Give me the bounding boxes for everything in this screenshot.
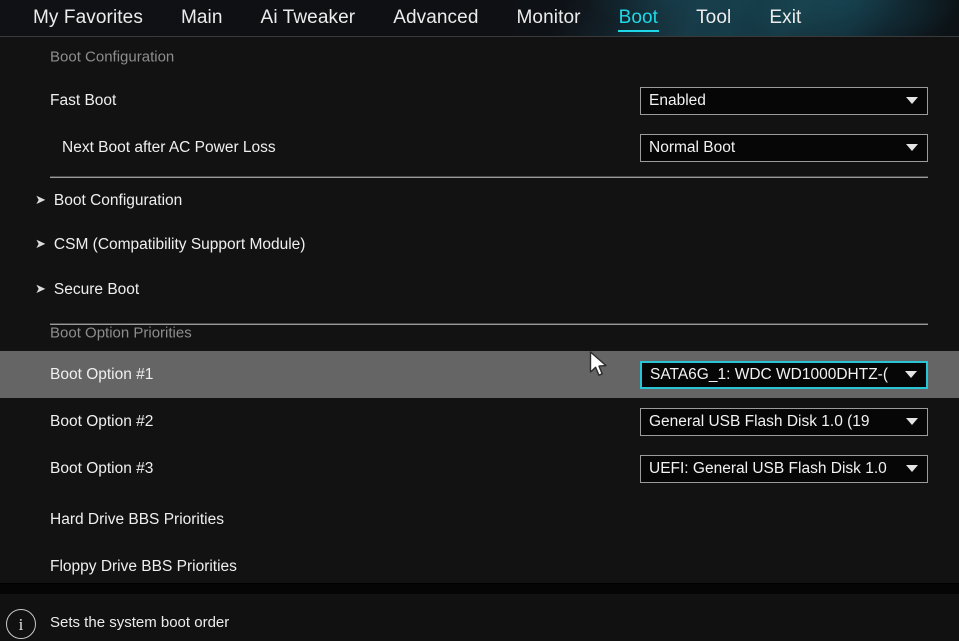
tab-ai-tweaker[interactable]: Ai Tweaker [261, 0, 356, 36]
right-arrow-icon: ➤ [35, 235, 46, 251]
section-title: Boot Configuration [50, 48, 175, 66]
settings-pane: Boot Configuration Fast Boot Enabled Nex… [0, 37, 959, 583]
boot-option-1-value: SATA6G_1: WDC WD1000DHTZ-( [650, 365, 888, 383]
floppy-drive-bbs-priorities-label: Floppy Drive BBS Priorities [50, 557, 237, 575]
chevron-down-icon [896, 371, 926, 378]
status-bar: i Sets the system boot order [0, 583, 959, 641]
setting-row-next-boot-ac-power-loss[interactable]: Next Boot after AC Power Loss Normal Boo… [0, 124, 959, 171]
main-menu-bar: My Favorites Main Ai Tweaker Advanced Mo… [0, 0, 959, 36]
info-icon: i [6, 609, 36, 639]
submenu-hard-drive-bbs-priorities[interactable]: Hard Drive BBS Priorities [0, 496, 959, 543]
chevron-down-icon [897, 97, 927, 104]
section-header-boot-configuration: Boot Configuration [0, 37, 959, 77]
submenu-label-text: Secure Boot [53, 280, 140, 298]
boot-option-2-label: Boot Option #2 [50, 412, 154, 430]
boot-option-1-label: Boot Option #1 [50, 365, 154, 383]
tab-boot[interactable]: Boot [617, 0, 659, 36]
boot-option-3-value: UEFI: General USB Flash Disk 1.0 [649, 459, 887, 477]
submenu-secure-boot[interactable]: ➤ Secure Boot [0, 267, 959, 312]
boot-option-3-label: Boot Option #3 [50, 459, 154, 477]
tab-main[interactable]: Main [181, 0, 223, 36]
fast-boot-dropdown[interactable]: Enabled [640, 86, 928, 115]
submenu-floppy-drive-bbs-priorities[interactable]: Floppy Drive BBS Priorities [0, 543, 959, 583]
boot-option-1-dropdown[interactable]: SATA6G_1: WDC WD1000DHTZ-( [640, 360, 928, 389]
divider-above-submenus [50, 176, 928, 178]
hard-drive-bbs-priorities-label: Hard Drive BBS Priorities [50, 510, 224, 528]
next-boot-ac-power-loss-value: Normal Boot [649, 138, 736, 156]
tab-monitor[interactable]: Monitor [517, 0, 581, 36]
chevron-down-icon [897, 418, 927, 425]
submenu-label-text: Boot Configuration [53, 191, 183, 209]
fast-boot-value: Enabled [649, 91, 706, 109]
status-bar-top-band [0, 584, 959, 594]
right-arrow-icon: ➤ [35, 280, 46, 296]
setting-row-boot-option-1[interactable]: Boot Option #1 SATA6G_1: WDC WD1000DHTZ-… [0, 351, 959, 398]
setting-row-boot-option-2[interactable]: Boot Option #2 General USB Flash Disk 1.… [0, 398, 959, 445]
section-title: Boot Option Priorities [50, 324, 192, 341]
submenu-csm[interactable]: ➤ CSM (Compatibility Support Module) [0, 222, 959, 267]
tab-advanced[interactable]: Advanced [393, 0, 478, 36]
submenu-label-text: CSM (Compatibility Support Module) [53, 235, 306, 253]
submenu-csm-label: ➤ CSM (Compatibility Support Module) [35, 236, 305, 254]
chevron-down-icon [897, 144, 927, 151]
boot-option-3-dropdown[interactable]: UEFI: General USB Flash Disk 1.0 [640, 454, 928, 483]
boot-option-2-dropdown[interactable]: General USB Flash Disk 1.0 (19 [640, 407, 928, 436]
tab-tool[interactable]: Tool [696, 0, 731, 36]
chevron-down-icon [897, 465, 927, 472]
submenu-boot-configuration[interactable]: ➤ Boot Configuration [0, 179, 959, 222]
setting-row-fast-boot[interactable]: Fast Boot Enabled [0, 77, 959, 124]
tab-exit[interactable]: Exit [769, 0, 801, 36]
fast-boot-label: Fast Boot [50, 91, 117, 109]
tab-my-favorites[interactable]: My Favorites [33, 0, 143, 36]
setting-row-boot-option-3[interactable]: Boot Option #3 UEFI: General USB Flash D… [0, 445, 959, 492]
help-text: Sets the system boot order [50, 614, 230, 631]
menu-tabs: My Favorites Main Ai Tweaker Advanced Mo… [0, 0, 959, 36]
bios-setup-screen: My Favorites Main Ai Tweaker Advanced Mo… [0, 0, 959, 641]
right-arrow-icon: ➤ [35, 191, 46, 207]
submenu-boot-configuration-label: ➤ Boot Configuration [35, 192, 182, 210]
boot-option-2-value: General USB Flash Disk 1.0 (19 [649, 412, 870, 430]
next-boot-ac-power-loss-label: Next Boot after AC Power Loss [62, 138, 276, 156]
submenu-secure-boot-label: ➤ Secure Boot [35, 281, 139, 299]
next-boot-ac-power-loss-dropdown[interactable]: Normal Boot [640, 133, 928, 162]
section-header-boot-option-priorities: Boot Option Priorities [0, 314, 959, 351]
